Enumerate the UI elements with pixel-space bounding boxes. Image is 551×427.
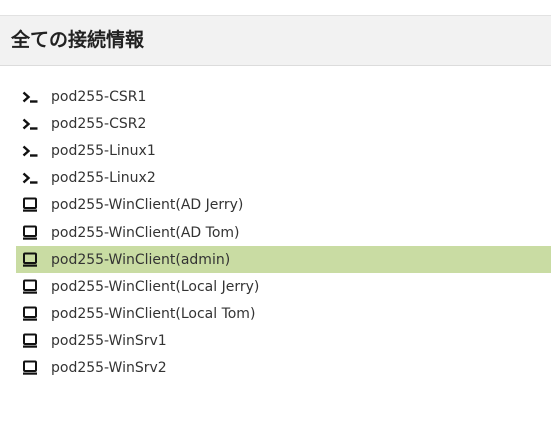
connection-label: pod255-WinClient(admin) [51, 251, 231, 268]
section-header: 全ての接続情報 [0, 15, 551, 66]
connection-item[interactable]: pod255-Linux2 [16, 165, 551, 192]
connection-list: pod255-CSR1 pod255-CSR2 pod255-Linux1 po… [16, 83, 551, 382]
monitor-icon [22, 306, 38, 322]
connection-label: pod255-WinSrv2 [51, 360, 167, 377]
connection-item[interactable]: pod255-WinSrv2 [16, 355, 551, 382]
terminal-icon [22, 116, 38, 132]
connections-page: 全ての接続情報 pod255-CSR1 pod255-CSR2 pod255-L… [0, 0, 551, 427]
monitor-icon [22, 279, 38, 295]
connection-item[interactable]: pod255-WinClient(Local Tom) [16, 301, 551, 328]
connection-item[interactable]: pod255-CSR2 [16, 110, 551, 137]
connection-item[interactable]: pod255-WinSrv1 [16, 328, 551, 355]
connection-item[interactable]: pod255-WinClient(AD Tom) [16, 219, 551, 246]
connection-item[interactable]: pod255-WinClient(Local Jerry) [16, 273, 551, 300]
connection-item[interactable]: pod255-Linux1 [16, 137, 551, 164]
connection-label: pod255-Linux1 [51, 142, 156, 159]
connection-label: pod255-WinClient(Local Tom) [51, 306, 256, 323]
connection-label: pod255-WinClient(Local Jerry) [51, 278, 260, 295]
page-title: 全ての接続情報 [11, 29, 145, 51]
connection-item[interactable]: pod255-CSR1 [16, 83, 551, 110]
monitor-icon [22, 225, 38, 241]
monitor-icon [22, 360, 38, 376]
monitor-icon [22, 252, 38, 268]
terminal-icon [22, 89, 38, 105]
monitor-icon [22, 333, 38, 349]
connection-label: pod255-WinSrv1 [51, 333, 167, 350]
monitor-icon [22, 197, 38, 213]
connection-label: pod255-Linux2 [51, 170, 156, 187]
connection-item[interactable]: pod255-WinClient(admin) [16, 246, 551, 274]
terminal-icon [22, 170, 38, 186]
connection-label: pod255-WinClient(AD Jerry) [51, 197, 244, 214]
connection-label: pod255-CSR1 [51, 88, 147, 105]
connection-label: pod255-CSR2 [51, 115, 147, 132]
connection-label: pod255-WinClient(AD Tom) [51, 224, 240, 241]
terminal-icon [22, 143, 38, 159]
connection-item[interactable]: pod255-WinClient(AD Jerry) [16, 192, 551, 219]
